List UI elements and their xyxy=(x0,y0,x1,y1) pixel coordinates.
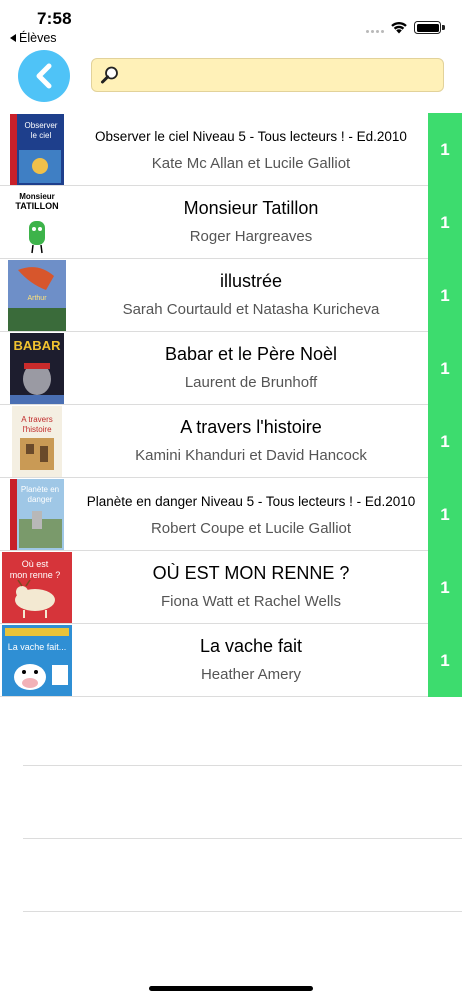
search-input[interactable] xyxy=(120,59,443,91)
empty-list-area xyxy=(23,765,462,984)
book-list: Observer le ciel Observer le ciel Niveau… xyxy=(0,113,462,697)
empty-row-separator xyxy=(23,911,462,984)
book-cover: Monsieur TATILLON xyxy=(2,187,72,258)
book-row[interactable]: Monsieur TATILLON Monsieur Tatillon Roge… xyxy=(0,186,462,259)
svg-text:Où est: Où est xyxy=(22,559,49,569)
svg-text:Arthur: Arthur xyxy=(27,295,47,302)
book-author: Kate Mc Allan et Lucile Galliot xyxy=(151,155,351,172)
book-author: Fiona Watt et Rachel Wells xyxy=(160,593,342,610)
battery-icon xyxy=(414,21,445,34)
book-count-badge: 1 xyxy=(428,113,462,186)
book-cover: Planète en danger xyxy=(2,479,72,550)
book-row[interactable]: La vache fait... La vache fait Heather A… xyxy=(0,624,462,697)
book-count-badge: 1 xyxy=(428,478,462,551)
book-row[interactable]: A travers l'histoire A travers l'histoir… xyxy=(0,405,462,478)
book-cover: Observer le ciel xyxy=(2,114,72,185)
magnifier-icon xyxy=(101,66,118,84)
book-title: OÙ EST MON RENNE ? xyxy=(152,563,350,583)
book-title: A travers l'histoire xyxy=(180,417,322,437)
book-author: Heather Amery xyxy=(200,666,302,683)
book-title: Observer le ciel Niveau 5 - Tous lecteur… xyxy=(95,129,407,144)
search-field[interactable] xyxy=(91,58,444,92)
book-cover: A travers l'histoire xyxy=(2,406,72,477)
cellular-signal-icon xyxy=(366,30,384,33)
book-row[interactable]: BABAR Babar et le Père Noèl Laurent de B… xyxy=(0,332,462,405)
book-title: Babar et le Père Noèl xyxy=(164,344,338,364)
book-title: Monsieur Tatillon xyxy=(183,198,319,218)
book-count-badge: 1 xyxy=(428,259,462,332)
chevron-left-icon xyxy=(36,63,52,89)
empty-row-separator xyxy=(23,838,462,911)
book-cover: Arthur xyxy=(2,260,72,331)
svg-text:Monsieur: Monsieur xyxy=(19,192,55,201)
svg-text:BABAR: BABAR xyxy=(14,338,62,353)
svg-text:l'histoire: l'histoire xyxy=(22,425,52,434)
svg-text:Observer: Observer xyxy=(25,121,58,130)
book-author: Robert Coupe et Lucile Galliot xyxy=(150,520,352,537)
book-cover: Où est mon renne ? xyxy=(2,552,72,623)
book-title: Planète en danger Niveau 5 - Tous lecteu… xyxy=(86,494,416,509)
book-author: Roger Hargreaves xyxy=(189,228,313,245)
book-cover: BABAR xyxy=(2,333,72,404)
book-row[interactable]: Arthur illustrée Sarah Courtauld et Nata… xyxy=(0,259,462,332)
book-count-badge: 1 xyxy=(428,624,462,697)
svg-text:TATILLON: TATILLON xyxy=(15,201,58,211)
book-row[interactable]: Où est mon renne ? OÙ EST MON RENNE ? Fi… xyxy=(0,551,462,624)
svg-text:A travers: A travers xyxy=(21,415,53,424)
svg-text:La vache fait...: La vache fait... xyxy=(8,642,67,652)
book-row[interactable]: Observer le ciel Observer le ciel Niveau… xyxy=(0,113,462,186)
status-bar: 7:58 Élèves xyxy=(0,0,462,48)
back-to-app-label: Élèves xyxy=(19,31,57,45)
book-author: Sarah Courtauld et Natasha Kuricheva xyxy=(122,301,380,318)
book-title: La vache fait xyxy=(199,636,303,656)
book-count-badge: 1 xyxy=(428,551,462,624)
svg-text:le ciel: le ciel xyxy=(31,131,52,140)
svg-text:danger: danger xyxy=(28,495,53,504)
book-count-badge: 1 xyxy=(428,405,462,478)
empty-row-separator xyxy=(23,765,462,838)
book-row[interactable]: Planète en danger Planète en danger Nive… xyxy=(0,478,462,551)
back-button[interactable] xyxy=(18,50,70,102)
wifi-icon xyxy=(391,21,407,34)
book-author: Kamini Khanduri et David Hancock xyxy=(135,447,367,464)
svg-text:Planète en: Planète en xyxy=(21,485,59,494)
book-title: illustrée xyxy=(219,271,283,291)
svg-text:mon renne ?: mon renne ? xyxy=(10,570,61,580)
home-indicator[interactable] xyxy=(149,986,313,991)
book-count-badge: 1 xyxy=(428,186,462,259)
back-triangle-icon xyxy=(10,34,16,42)
book-count-badge: 1 xyxy=(428,332,462,405)
back-to-app-link[interactable]: Élèves xyxy=(10,31,57,45)
book-cover: La vache fait... xyxy=(2,625,72,696)
status-time: 7:58 xyxy=(37,9,72,28)
book-author: Laurent de Brunhoff xyxy=(184,374,318,391)
